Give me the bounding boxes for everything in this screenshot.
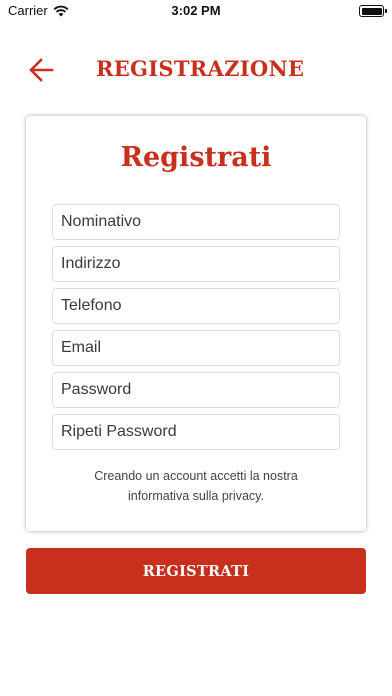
battery-icon [359, 5, 387, 17]
password-input[interactable] [52, 372, 340, 408]
status-bar: Carrier 3:02 PM [0, 0, 392, 22]
indirizzo-input[interactable] [52, 246, 340, 282]
repeat-password-input[interactable] [52, 414, 340, 450]
status-time: 3:02 PM [171, 3, 221, 18]
privacy-notice: Creando un account accetti la nostra inf… [26, 466, 366, 506]
email-input[interactable] [52, 330, 340, 366]
header: REGISTRAZIONE [0, 48, 392, 92]
form-title: Registrati [120, 142, 272, 173]
nominativo-input[interactable] [52, 204, 340, 240]
arrow-left-icon [29, 58, 54, 82]
privacy-line-1: Creando un account accetti la nostra [94, 469, 298, 483]
telefono-input[interactable] [52, 288, 340, 324]
privacy-line-2: informativa sulla privacy. [128, 489, 264, 503]
back-button[interactable] [26, 56, 58, 84]
register-button[interactable]: REGISTRATI [26, 548, 366, 594]
registration-card: Registrati Creando un account accetti la… [26, 116, 366, 531]
page-title: REGISTRAZIONE [96, 56, 305, 81]
